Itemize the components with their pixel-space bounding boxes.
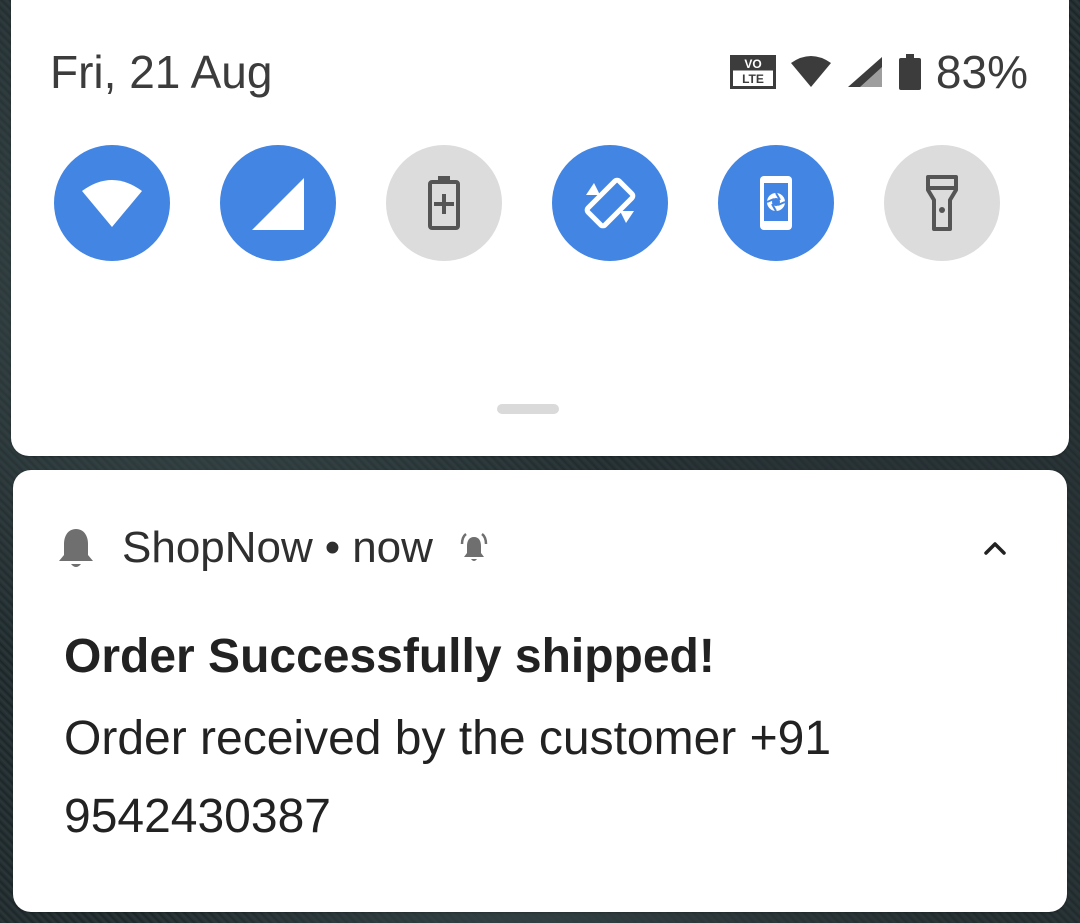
wifi-tile[interactable] (54, 145, 170, 261)
notification-body: Order received by the customer +91 95424… (64, 712, 832, 843)
auto-rotate-tile[interactable] (552, 145, 668, 261)
battery-percentage: 83% (935, 46, 1028, 98)
date-label: Fri, 21 Aug (50, 46, 273, 98)
volte-bottom-text: LTE (742, 72, 764, 86)
screen-capture-tile[interactable] (718, 145, 834, 261)
mobile-data-tile[interactable] (220, 145, 336, 261)
notification-header: ShopNow • now (56, 520, 491, 576)
auto-rotate-icon (584, 177, 636, 229)
signal-status-icon (847, 57, 882, 87)
cellular-signal-icon (252, 178, 304, 230)
wifi-icon (82, 180, 142, 227)
battery-saver-tile[interactable] (386, 145, 502, 261)
phone-shutter-icon (760, 176, 792, 230)
notification-title: Order Successfully shipped! (64, 630, 715, 683)
battery-saver-icon (428, 176, 460, 230)
volte-icon: VO LTE (729, 55, 776, 89)
volte-top-text: VO (744, 57, 761, 71)
alerting-bell-icon (460, 533, 488, 561)
notification-time: now (352, 523, 433, 572)
status-icons: VO LTE 83% (729, 46, 1028, 98)
expand-button[interactable] (975, 528, 1015, 568)
flashlight-tile[interactable] (884, 145, 1000, 261)
bell-icon (59, 529, 93, 567)
battery-status-icon (898, 54, 921, 90)
header-separator: • (324, 523, 341, 572)
wifi-status-icon (790, 56, 831, 87)
app-name: ShopNow (122, 523, 313, 572)
flashlight-icon (926, 175, 958, 231)
drag-handle[interactable] (497, 404, 559, 414)
chevron-up-icon (984, 542, 1006, 555)
